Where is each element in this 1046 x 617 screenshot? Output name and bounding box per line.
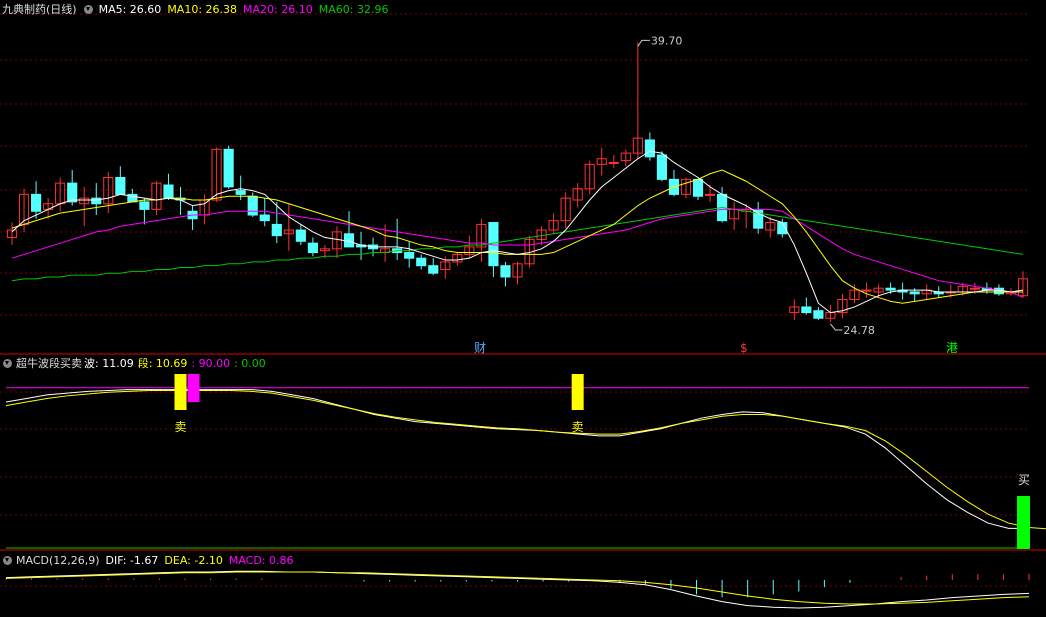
buy-signal-label: 买 bbox=[1018, 473, 1030, 487]
candle-body bbox=[115, 176, 126, 195]
candle-body bbox=[656, 154, 667, 180]
panel-menu-icon[interactable] bbox=[3, 556, 12, 565]
level-low-legend: : 0.00 bbox=[234, 357, 266, 370]
duan-legend: 段: 10.69 bbox=[137, 357, 188, 370]
candle-body bbox=[163, 184, 174, 199]
candle-body bbox=[247, 195, 258, 216]
event-marker-gang[interactable]: 港 bbox=[946, 341, 958, 355]
candle-body bbox=[692, 178, 704, 197]
macd-title[interactable]: MACD(12,26,9) bbox=[16, 554, 100, 567]
candle-body bbox=[969, 287, 980, 290]
macd-panel-header: MACD(12,26,9) DIF: -1.67 DEA: -2.10 MACD: 0… bbox=[0, 553, 300, 569]
panel-menu-icon[interactable] bbox=[3, 359, 12, 368]
dif-legend: DIF: -1.67 bbox=[105, 554, 159, 567]
high-price-label: 39.70 bbox=[651, 34, 683, 47]
candle-body bbox=[608, 161, 619, 164]
sell-signal-bar bbox=[571, 374, 584, 410]
sell-signal-bar bbox=[174, 374, 187, 410]
indicator-title[interactable]: 超牛波段买卖 bbox=[16, 357, 82, 370]
candle-body bbox=[801, 306, 812, 314]
event-marker-cai[interactable]: 财 bbox=[474, 341, 486, 355]
level-high-legend: : 90.00 bbox=[191, 357, 231, 370]
price-panel-header: 九典制药(日线) MA5: 26.60 MA10: 26.38 MA20: 26.10… bbox=[0, 2, 394, 18]
candle-body bbox=[271, 223, 282, 237]
event-marker-xiao[interactable]: $ bbox=[740, 341, 748, 355]
candle-body bbox=[644, 139, 655, 158]
low-price-pointer bbox=[830, 323, 843, 331]
stock-chart[interactable]: 39.70 24.78 卖 卖买 bbox=[0, 0, 1046, 617]
candle-body bbox=[67, 182, 78, 203]
candle-body bbox=[500, 265, 511, 278]
bo-legend: 波: 11.09 bbox=[84, 357, 134, 370]
ma10-legend: MA10: 26.38 bbox=[167, 3, 238, 16]
sell-signal-label: 卖 bbox=[572, 420, 584, 434]
panel-menu-icon[interactable] bbox=[83, 5, 93, 14]
dea-legend: DEA: -2.10 bbox=[164, 554, 223, 567]
candle-body bbox=[31, 193, 42, 212]
candle-body bbox=[885, 287, 896, 291]
stock-title[interactable]: 九典制药(日线) bbox=[2, 3, 77, 16]
indicator-panel-header: 超牛波段买卖 波: 11.09 段: 10.69: 90.00: 0.00 bbox=[0, 356, 272, 372]
candle-body bbox=[813, 310, 824, 319]
candle-body bbox=[307, 242, 318, 254]
macd-legend: MACD: 0.86 bbox=[228, 554, 294, 567]
sell-signal-label: 卖 bbox=[175, 420, 187, 434]
dea-line bbox=[5, 571, 1030, 605]
candle-body bbox=[416, 257, 427, 267]
candle-body bbox=[91, 197, 102, 205]
low-price-label: 24.78 bbox=[843, 324, 875, 337]
buy-signal-bar bbox=[1016, 496, 1030, 549]
ma5-legend: MA5: 26.60 bbox=[98, 3, 162, 16]
dif-line bbox=[5, 570, 1030, 609]
candle-body bbox=[404, 252, 415, 259]
ma20-legend: MA20: 26.10 bbox=[243, 3, 313, 16]
candle-body bbox=[223, 148, 234, 188]
duan-line bbox=[5, 389, 1046, 530]
candle-body bbox=[235, 190, 246, 195]
candle-body bbox=[861, 289, 872, 292]
bo-line bbox=[5, 389, 1030, 529]
candle-body bbox=[259, 214, 270, 222]
sell-signal-bar bbox=[187, 374, 200, 402]
high-price-pointer bbox=[637, 39, 650, 47]
candle-body bbox=[704, 193, 716, 196]
candle-body bbox=[428, 265, 439, 274]
candle-body bbox=[139, 201, 150, 210]
ma60-legend: MA60: 32.96 bbox=[318, 3, 389, 16]
candle-body bbox=[295, 229, 306, 242]
candle-body bbox=[909, 291, 920, 295]
